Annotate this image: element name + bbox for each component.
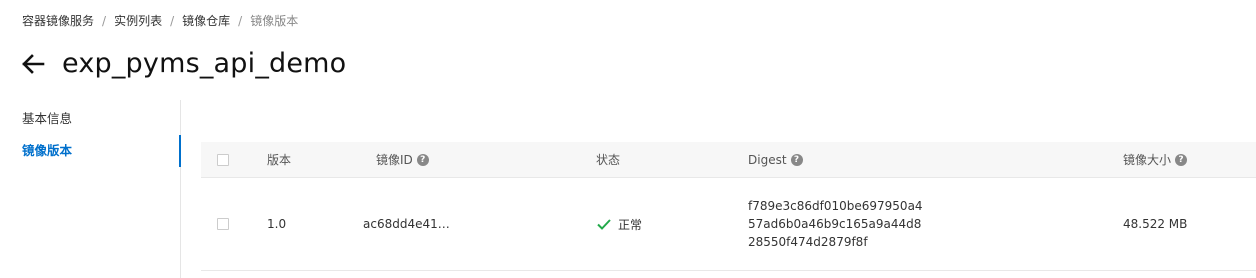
digest-line: f789e3c86df010be697950a4 — [748, 199, 923, 213]
breadcrumb-item-instance-list[interactable]: 实例列表 — [114, 12, 162, 29]
versions-table: 版本 镜像ID ? 状态 Digest ? 镜像大小 ? 1.0 ac68dd4… — [201, 142, 1256, 271]
arrow-left-icon[interactable] — [20, 51, 46, 77]
header-version: 版本 — [267, 142, 291, 177]
version-value: 1.0 — [267, 217, 287, 231]
breadcrumb-separator: / — [238, 13, 243, 28]
question-circle-icon[interactable]: ? — [790, 153, 803, 166]
image-id-value: ac68dd4e41… — [363, 217, 450, 231]
cell-digest: f789e3c86df010be697950a4 57ad6b0a46b9c16… — [748, 178, 923, 270]
table-header: 版本 镜像ID ? 状态 Digest ? 镜像大小 ? — [201, 142, 1256, 178]
header-size-label: 镜像大小 — [1123, 153, 1172, 167]
header-status-label: 状态 — [596, 153, 621, 167]
cell-size: 48.522 MB — [1123, 178, 1187, 270]
cell-image-id: ac68dd4e41… — [363, 178, 450, 270]
status-badge: 正常 — [596, 216, 642, 233]
header-digest: Digest ? — [748, 142, 803, 177]
digest-line: 57ad6b0a46b9c165a9a44d8 — [748, 217, 922, 231]
select-all-cell — [217, 142, 229, 177]
cell-status: 正常 — [596, 178, 642, 270]
digest-value: f789e3c86df010be697950a4 57ad6b0a46b9c16… — [748, 199, 923, 249]
table-row: 1.0 ac68dd4e41… 正常 f789e3c86df010be69795… — [201, 178, 1256, 271]
breadcrumb-item-current: 镜像版本 — [250, 14, 299, 28]
nav-item-basic-info[interactable]: 基本信息 — [0, 103, 180, 135]
header-image-id: 镜像ID ? — [376, 142, 429, 177]
nav-item-image-versions[interactable]: 镜像版本 — [0, 135, 181, 167]
question-circle-icon[interactable]: ? — [1175, 153, 1188, 166]
page-title: exp_pyms_api_demo — [62, 48, 347, 79]
breadcrumb: 容器镜像服务 / 实例列表 / 镜像仓库 / 镜像版本 — [22, 12, 298, 29]
size-value: 48.522 MB — [1123, 217, 1188, 231]
cell-version: 1.0 — [267, 178, 286, 270]
header-version-label: 版本 — [267, 153, 292, 167]
breadcrumb-item-repository[interactable]: 镜像仓库 — [182, 12, 230, 29]
check-icon — [596, 216, 612, 232]
page-header: exp_pyms_api_demo — [20, 48, 346, 79]
row-select-cell — [217, 178, 229, 270]
header-image-id-label: 镜像ID — [376, 153, 413, 167]
question-circle-icon[interactable]: ? — [416, 153, 429, 166]
status-text: 正常 — [618, 217, 643, 232]
header-digest-label: Digest — [748, 152, 787, 167]
header-status: 状态 — [596, 142, 620, 177]
breadcrumb-separator: / — [102, 13, 107, 28]
header-size: 镜像大小 ? — [1123, 142, 1188, 177]
select-all-checkbox[interactable] — [217, 153, 229, 166]
digest-line: 28550f474d2879f8f — [748, 235, 868, 249]
row-checkbox[interactable] — [217, 218, 229, 230]
side-nav: 基本信息 镜像版本 — [0, 100, 181, 278]
breadcrumb-item-service[interactable]: 容器镜像服务 — [22, 12, 94, 29]
breadcrumb-separator: / — [170, 13, 175, 28]
